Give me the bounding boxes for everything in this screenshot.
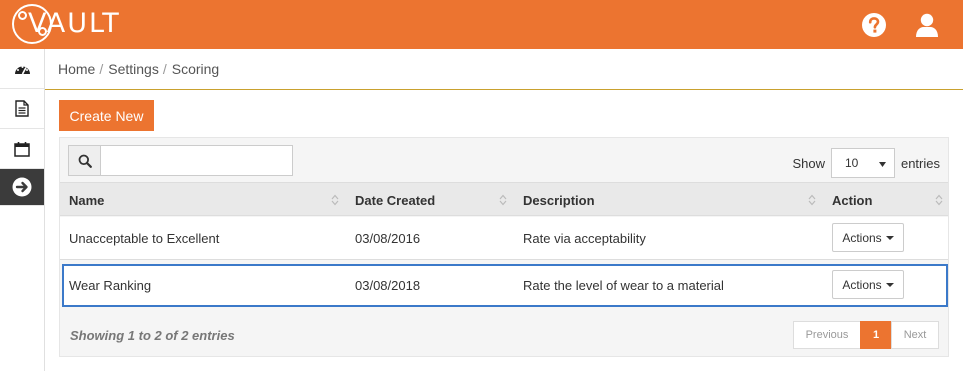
caret-down-icon — [885, 235, 894, 240]
sidebar-item-settings[interactable] — [0, 169, 44, 206]
sort-icon[interactable] — [808, 194, 816, 206]
cell-date-created: 03/08/2018 — [355, 278, 421, 293]
page-length-select[interactable]: 10 — [830, 148, 895, 178]
help-icon[interactable] — [861, 12, 887, 38]
page-length-value: 10 — [844, 156, 859, 170]
sidebar-item-calendar[interactable] — [0, 129, 44, 169]
actions-dropdown-button[interactable]: Actions — [832, 223, 904, 252]
breadcrumb: Home / Settings / Scoring — [45, 49, 963, 90]
table-row[interactable]: Wear Ranking 03/08/2018 Rate the level o… — [62, 264, 948, 307]
breadcrumb-settings[interactable]: Settings — [108, 61, 159, 77]
breadcrumb-separator: / — [99, 61, 104, 77]
scoring-table-panel: Show 10 entries Name Date Created Descri — [59, 137, 949, 357]
page-length-control: Show 10 entries — [792, 148, 940, 178]
pagination-page-current[interactable]: 1 — [860, 321, 892, 349]
arrow-right-circle-icon — [12, 177, 32, 197]
sidebar — [0, 49, 45, 371]
pagination-next[interactable]: Next — [891, 321, 939, 349]
column-header-date-created[interactable]: Date Created — [346, 183, 514, 217]
sidebar-item-documents[interactable] — [0, 89, 44, 129]
search-icon — [68, 145, 100, 176]
sort-icon[interactable] — [935, 194, 943, 206]
table-header: Name Date Created Description Action — [60, 182, 948, 216]
entries-label: entries — [900, 155, 940, 171]
logo-text: VAULT — [28, 8, 121, 39]
top-bar: VAULT — [0, 0, 963, 49]
actions-dropdown-button[interactable]: Actions — [832, 270, 904, 299]
breadcrumb-home[interactable]: Home — [58, 61, 95, 77]
create-new-button[interactable]: Create New — [59, 100, 154, 131]
cell-date-created: 03/08/2016 — [355, 231, 421, 246]
scoring-table: Name Date Created Description Action Una… — [60, 182, 948, 307]
chevron-down-icon — [878, 156, 886, 170]
calendar-icon — [14, 141, 30, 157]
search-group — [68, 145, 293, 176]
caret-down-icon — [885, 282, 894, 287]
breadcrumb-separator: / — [162, 61, 167, 77]
dashboard-icon — [14, 65, 30, 74]
table-row[interactable]: Unacceptable to Excellent 03/08/2016 Rat… — [60, 217, 948, 260]
sort-icon[interactable] — [331, 194, 339, 206]
cell-description: Rate via acceptability — [523, 231, 646, 246]
vault-logo[interactable]: VAULT — [12, 4, 122, 46]
column-header-name[interactable]: Name — [60, 183, 346, 217]
cell-name: Wear Ranking — [69, 278, 152, 293]
column-header-action[interactable]: Action — [823, 183, 948, 217]
show-label: Show — [792, 155, 825, 171]
user-icon[interactable] — [914, 12, 940, 38]
search-input[interactable] — [100, 145, 293, 176]
pagination-previous[interactable]: Previous — [793, 321, 861, 349]
sort-icon[interactable] — [499, 194, 507, 206]
cell-name: Unacceptable to Excellent — [69, 231, 220, 246]
column-header-description[interactable]: Description — [514, 183, 822, 217]
pagination: Previous 1 Next — [793, 321, 939, 349]
cell-description: Rate the level of wear to a material — [523, 278, 724, 293]
table-info: Showing 1 to 2 of 2 entries — [70, 328, 235, 343]
sidebar-item-dashboard[interactable] — [0, 49, 44, 89]
breadcrumb-scoring: Scoring — [171, 61, 220, 77]
document-icon — [15, 100, 29, 117]
